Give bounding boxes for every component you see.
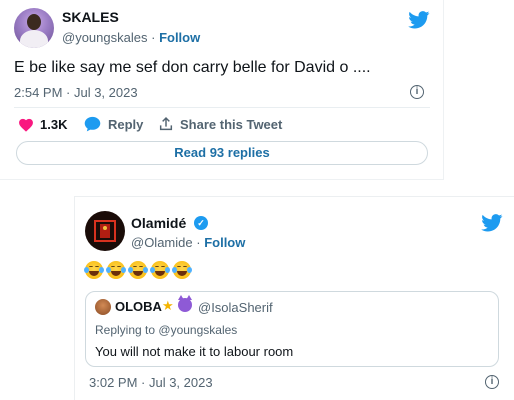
tears-of-joy-emoji-icon [128, 261, 148, 279]
quoted-text: You will not make it to labour room [95, 344, 294, 359]
handle[interactable]: @Olamide [131, 235, 193, 250]
handle-line: @youngskales · Follow [62, 30, 200, 45]
display-name[interactable]: Olamidé [131, 215, 186, 231]
separator: · [196, 235, 201, 250]
tweet-text: E be like say me sef don carry belle for… [14, 59, 371, 76]
like-button[interactable]: 1.3K [18, 116, 78, 134]
info-icon[interactable]: i [485, 375, 499, 389]
reply-bubble-icon [84, 116, 101, 132]
quoted-handle[interactable]: @IsolaSherif [198, 300, 273, 315]
tears-of-joy-emoji-icon [150, 261, 170, 279]
divider [14, 107, 430, 108]
avatar[interactable] [14, 8, 54, 48]
star-emoji-icon: ★ [162, 298, 174, 313]
avatar-body [20, 30, 48, 48]
replying-to: Replying to @youngskales [95, 323, 237, 337]
tweet-card-skales: SKALES @youngskales · Follow E be like s… [0, 0, 444, 180]
replying-mention[interactable]: @youngskales [158, 323, 237, 337]
follow-link[interactable]: Follow [204, 235, 245, 250]
smiling-devil-emoji-icon [178, 295, 192, 312]
reply-button[interactable]: Reply [84, 116, 148, 134]
share-button[interactable]: Share this Tweet [158, 116, 282, 134]
verified-badge-icon: ✓ [194, 216, 208, 230]
share-icon [159, 116, 173, 131]
quoted-avatar[interactable] [95, 299, 111, 315]
twitter-bird-icon[interactable] [481, 214, 503, 232]
handle[interactable]: @youngskales [62, 30, 147, 45]
read-replies-button[interactable]: Read 93 replies [16, 141, 428, 165]
reply-label: Reply [108, 117, 144, 132]
handle-line: @Olamide · Follow [131, 235, 245, 250]
quoted-display-name[interactable]: OLOBA [115, 299, 162, 314]
display-name[interactable]: SKALES [62, 9, 119, 25]
tweet-card-olamide: Olamidé ✓ @Olamide · Follow OLOBA ★ @Iso… [74, 196, 514, 400]
like-count: 1.3K [40, 117, 68, 132]
avatar-dot [103, 226, 107, 230]
follow-link[interactable]: Follow [159, 30, 200, 45]
heart-icon [19, 118, 33, 132]
info-icon[interactable]: i [410, 85, 424, 99]
avatar-head [27, 14, 41, 30]
replying-prefix: Replying to [95, 323, 156, 337]
tears-of-joy-emoji-icon [106, 261, 126, 279]
avatar[interactable] [85, 211, 125, 251]
timestamp[interactable]: 2:54 PM · Jul 3, 2023 [14, 85, 138, 100]
twitter-bird-icon[interactable] [408, 11, 430, 29]
tears-of-joy-emoji-icon [172, 261, 192, 279]
share-label: Share this Tweet [180, 117, 283, 132]
separator: · [151, 30, 156, 45]
tears-of-joy-emoji-icon [84, 261, 104, 279]
timestamp[interactable]: 3:02 PM · Jul 3, 2023 [89, 375, 213, 390]
quoted-tweet[interactable]: OLOBA ★ @IsolaSherif Replying to @youngs… [85, 291, 499, 367]
